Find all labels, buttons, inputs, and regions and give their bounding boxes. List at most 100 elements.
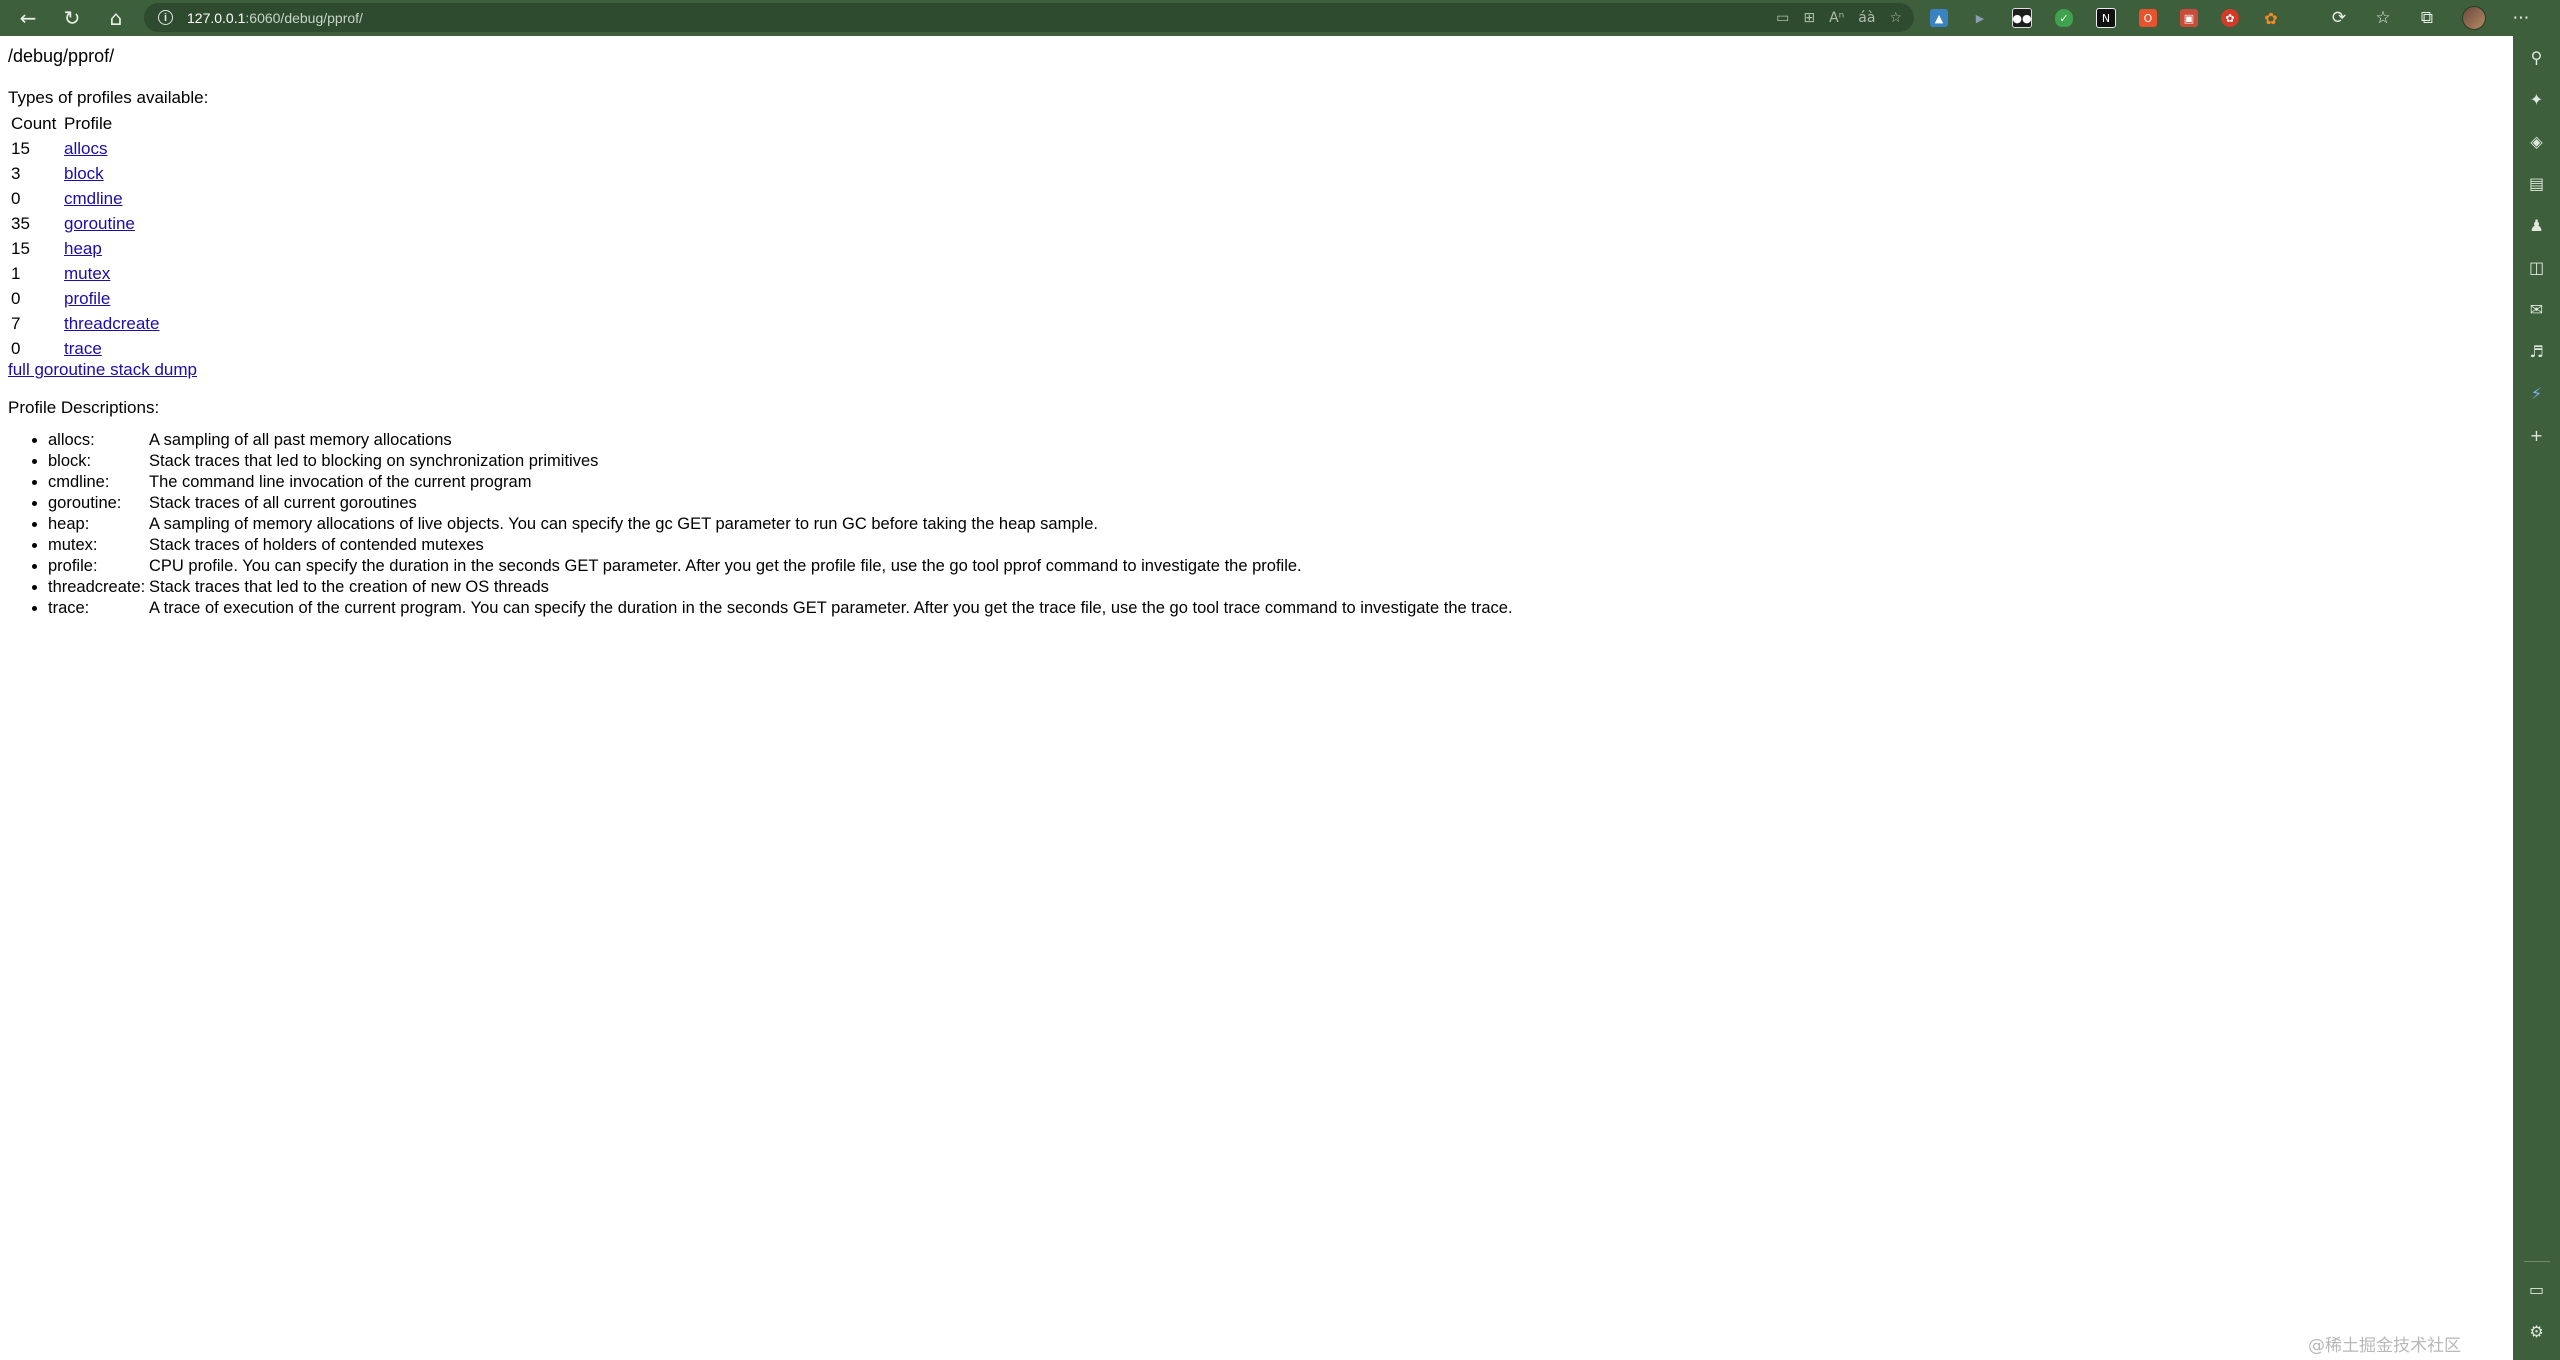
- profile-link-allocs[interactable]: allocs: [64, 139, 107, 158]
- profiles-body: 15 allocs 3 block 0 cmdline 35 goroutine…: [10, 136, 160, 361]
- profile-link-goroutine[interactable]: goroutine: [64, 214, 135, 233]
- outlook-icon[interactable]: ✉: [2513, 288, 2560, 330]
- profile-count: 7: [11, 313, 21, 333]
- table-row: 15 heap: [10, 236, 160, 261]
- description-text: Stack traces of all current goroutines: [149, 494, 417, 512]
- sidebar-toggle-icon[interactable]: ▭: [2513, 1268, 2560, 1310]
- profile-count: 15: [11, 238, 30, 258]
- list-item: allocs: A sampling of all past memory all…: [48, 430, 1513, 451]
- play-extension-icon[interactable]: ▶: [1971, 9, 1989, 27]
- table-row: 0 trace: [10, 336, 160, 361]
- list-item: block: Stack traces that led to blocking …: [48, 451, 1513, 472]
- description-name: heap:: [48, 515, 90, 533]
- profile-link-cmdline[interactable]: cmdline: [64, 189, 123, 208]
- image-extension-icon[interactable]: ▲: [1930, 9, 1948, 27]
- games-icon[interactable]: ♟: [2513, 204, 2560, 246]
- adguard-icon[interactable]: ✓: [2055, 9, 2073, 27]
- tools-icon[interactable]: ▤: [2513, 162, 2560, 204]
- read-aloud-icon[interactable]: ▭: [1776, 10, 1789, 26]
- refresh-icon[interactable]: ↻: [54, 0, 90, 36]
- list-item: cmdline: The command line invocation of t…: [48, 472, 1513, 493]
- profile-link-profile[interactable]: profile: [64, 289, 110, 308]
- url-text[interactable]: 127.0.0.1:6060/debug/pprof/: [187, 10, 363, 26]
- description-name: trace:: [48, 599, 90, 617]
- red-extension-icon[interactable]: ✿: [2221, 9, 2239, 27]
- collections-icon[interactable]: ⧉: [2418, 8, 2436, 28]
- more-menu-icon[interactable]: ⋯: [2512, 8, 2530, 28]
- site-info-icon[interactable]: i: [158, 10, 173, 25]
- profile-count: 1: [11, 263, 21, 283]
- address-actions: ▭ ⊞ Aⁿ áà ☆: [1776, 3, 1902, 32]
- refresh-sync-icon[interactable]: ⟳: [2330, 8, 2348, 28]
- app-available-icon[interactable]: ⊞: [1803, 10, 1815, 26]
- favorites-icon[interactable]: ☆: [2374, 8, 2392, 28]
- description-name: allocs:: [48, 431, 95, 449]
- description-text: Stack traces that led to blocking on syn…: [149, 452, 599, 470]
- profile-count: 0: [11, 188, 21, 208]
- types-label: Types of profiles available:: [8, 88, 209, 107]
- descriptions-list: allocs: A sampling of all past memory all…: [8, 430, 1513, 619]
- office-icon[interactable]: ◫: [2513, 246, 2560, 288]
- table-row: 35 goroutine: [10, 211, 160, 236]
- list-item: heap: A sampling of memory allocations of…: [48, 514, 1513, 535]
- profile-link-block[interactable]: block: [64, 164, 104, 183]
- description-name: cmdline:: [48, 473, 110, 491]
- screenshot-extension-icon[interactable]: ▣: [2180, 9, 2198, 27]
- office-extension-icon[interactable]: O: [2139, 9, 2157, 27]
- description-name: goroutine:: [48, 494, 122, 512]
- description-text: A sampling of all past memory allocation…: [149, 431, 452, 449]
- table-row: 1 mutex: [10, 261, 160, 286]
- discover-icon[interactable]: ✦: [2513, 78, 2560, 120]
- tampermonkey-icon[interactable]: ●●: [2012, 8, 2032, 28]
- notion-icon[interactable]: N: [2096, 8, 2116, 28]
- list-item: mutex: Stack traces of holders of contend…: [48, 535, 1513, 556]
- profile-link-threadcreate[interactable]: threadcreate: [64, 314, 159, 333]
- orange-extension-icon[interactable]: ✿: [2262, 9, 2280, 28]
- table-row: 15 allocs: [10, 136, 160, 161]
- profile-link-mutex[interactable]: mutex: [64, 264, 110, 283]
- profile-link-trace[interactable]: trace: [64, 339, 102, 358]
- notification-icon[interactable]: ♬: [2513, 330, 2560, 372]
- copilot-icon[interactable]: ⚡: [2513, 372, 2560, 414]
- translate-icon[interactable]: áà: [1858, 10, 1875, 26]
- browser-right-controls: ⟳ ☆ ⧉ ⋯: [2330, 0, 2530, 36]
- address-bar[interactable]: i 127.0.0.1:6060/debug/pprof/ ▭ ⊞ Aⁿ áà …: [144, 3, 1914, 32]
- watermark: @稀土掘金技术社区: [2308, 1336, 2461, 1356]
- table-row: 3 block: [10, 161, 160, 186]
- search-icon[interactable]: ⚲: [2513, 36, 2560, 78]
- profile-cell: mutex: [63, 261, 160, 286]
- url-host: 127.0.0.1: [187, 9, 246, 26]
- back-icon[interactable]: ←: [10, 0, 46, 36]
- description-text: A sampling of memory allocations of live…: [149, 515, 1098, 533]
- home-icon[interactable]: ⌂: [98, 0, 134, 36]
- edge-sidebar: ⚲ ✦ ◈ ▤ ♟ ◫ ✉ ♬ ⚡ + ▭ ⚙: [2513, 36, 2560, 1360]
- add-icon[interactable]: +: [2513, 414, 2560, 456]
- list-item: profile: CPU profile. You can specify the…: [48, 556, 1513, 577]
- description-text: Stack traces that led to the creation of…: [149, 578, 549, 596]
- page-content: /debug/pprof/ Types of profiles availabl…: [0, 36, 2513, 1360]
- immersive-reader-icon[interactable]: Aⁿ: [1829, 10, 1844, 26]
- add-favorite-icon[interactable]: ☆: [1889, 10, 1902, 26]
- description-name: block:: [48, 452, 92, 470]
- profile-cell: profile: [63, 286, 160, 311]
- profile-link-heap[interactable]: heap: [64, 239, 102, 258]
- url-path: :6060/debug/pprof/: [245, 9, 363, 26]
- list-item: goroutine: Stack traces of all current go…: [48, 493, 1513, 514]
- list-item: threadcreate:Stack traces that led to th…: [48, 577, 1513, 598]
- profile-count: 0: [11, 338, 21, 358]
- profile-cell: heap: [63, 236, 160, 261]
- settings-icon[interactable]: ⚙: [2513, 1310, 2560, 1352]
- browser-toolbar: ← ↻ ⌂ i 127.0.0.1:6060/debug/pprof/ ▭ ⊞ …: [0, 0, 2560, 36]
- full-goroutine-dump-link[interactable]: full goroutine stack dump: [8, 360, 197, 380]
- table-row: 0 cmdline: [10, 186, 160, 211]
- page-title: /debug/pprof/: [8, 46, 115, 66]
- nav-buttons: ← ↻ ⌂: [10, 0, 134, 36]
- description-name: mutex:: [48, 536, 98, 554]
- profile-count: 0: [11, 288, 21, 308]
- profile-avatar[interactable]: [2462, 6, 2486, 30]
- profile-header: Profile: [64, 113, 113, 133]
- descriptions-label: Profile Descriptions:: [8, 398, 160, 417]
- description-name: profile:: [48, 557, 98, 575]
- profile-cell: block: [63, 161, 160, 186]
- shopping-icon[interactable]: ◈: [2513, 120, 2560, 162]
